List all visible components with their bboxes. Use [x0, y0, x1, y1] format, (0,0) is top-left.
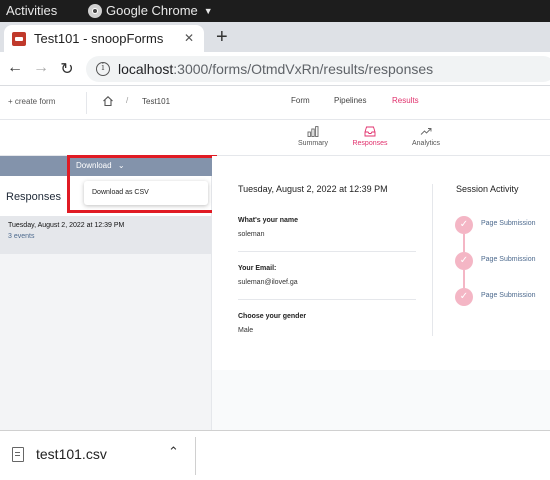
response-event-count: 3 events — [8, 233, 35, 240]
downloaded-file-name[interactable]: test101.csv — [36, 446, 107, 462]
back-arrow-icon[interactable]: ← — [6, 59, 24, 77]
navigation-bar: ← → ↻ i localhost:3000/forms/OtmdVxRn/re… — [0, 52, 550, 86]
site-info-icon[interactable]: i — [96, 62, 110, 76]
check-icon: ✓ — [455, 216, 473, 234]
snoopforms-favicon-icon — [12, 31, 26, 46]
download-shelf: test101.csv ⌃ — [0, 430, 550, 480]
new-tab-button[interactable]: + — [216, 26, 228, 49]
chevron-up-icon[interactable]: ⌃ — [168, 444, 179, 460]
tab-responses-label: Responses — [352, 140, 388, 147]
tab-strip: Test101 - snoopForms ✕ + — [0, 22, 550, 52]
breadcrumb-separator: / — [126, 96, 129, 105]
session-event-label: Page Submission — [481, 256, 536, 263]
tab-summary[interactable]: Summary — [283, 126, 343, 147]
trending-up-icon — [420, 128, 432, 135]
download-shelf-divider — [195, 437, 196, 475]
sidebar-empty-area — [0, 254, 211, 430]
response-date: Tuesday, August 2, 2022 at 12:39 PM — [8, 222, 125, 229]
check-icon: ✓ — [455, 252, 473, 270]
response-list-item[interactable]: Tuesday, August 2, 2022 at 12:39 PM 3 ev… — [0, 216, 211, 254]
session-event: ✓ Page Submission — [455, 216, 550, 234]
header-divider — [86, 92, 87, 114]
bar-chart-icon — [307, 126, 319, 137]
response-detail: Tuesday, August 2, 2022 at 12:39 PM What… — [212, 156, 550, 430]
timeline-connector — [463, 270, 465, 288]
answer-value: Male — [238, 327, 254, 334]
breadcrumb-form-name[interactable]: Test101 — [142, 97, 170, 106]
check-icon: ✓ — [455, 288, 473, 306]
answer-value: suleman@ilovef.ga — [238, 279, 298, 286]
answer-value: soleman — [238, 231, 265, 238]
app-menu-label: Google Chrome — [106, 3, 198, 18]
address-bar[interactable]: i localhost:3000/forms/OtmdVxRn/results/… — [86, 56, 550, 82]
create-form-button[interactable]: + create form — [8, 97, 55, 106]
file-icon — [12, 447, 24, 462]
column-divider — [432, 184, 433, 336]
chrome-icon — [88, 3, 102, 18]
home-icon[interactable] — [102, 95, 114, 107]
forward-arrow-icon[interactable]: → — [32, 59, 50, 77]
app-menu[interactable]: Google Chrome ▼ — [88, 3, 213, 18]
url-path: :3000/forms/OtmdVxRn/results/responses — [173, 61, 434, 77]
question-label: Choose your gender — [238, 313, 307, 320]
url-host: localhost — [118, 61, 174, 77]
results-subnav: Summary Responses Analytics — [0, 120, 550, 156]
question-label: Your Email: — [238, 265, 277, 272]
session-event: ✓ Page Submission — [455, 288, 550, 306]
browser-tab[interactable]: Test101 - snoopForms ✕ — [4, 25, 204, 52]
field-divider — [238, 299, 416, 300]
session-activity-heading: Session Activity — [456, 184, 519, 194]
response-detail-date: Tuesday, August 2, 2022 at 12:39 PM — [238, 184, 388, 194]
nav-results[interactable]: Results — [392, 96, 419, 105]
session-event-label: Page Submission — [481, 292, 536, 299]
tab-responses[interactable]: Responses — [340, 126, 400, 147]
responses-heading: Responses — [6, 191, 62, 203]
tab-summary-label: Summary — [298, 140, 328, 147]
question-label: What's your name — [238, 217, 299, 224]
field-divider — [238, 251, 416, 252]
activities-button[interactable]: Activities — [6, 3, 57, 18]
inbox-icon — [364, 126, 376, 137]
reload-icon[interactable]: ↻ — [58, 59, 76, 79]
response-card: Tuesday, August 2, 2022 at 12:39 PM What… — [212, 156, 550, 370]
close-tab-icon[interactable]: ✕ — [184, 31, 194, 45]
tab-analytics[interactable]: Analytics — [396, 126, 456, 147]
nav-pipelines[interactable]: Pipelines — [334, 96, 366, 105]
nav-form[interactable]: Form — [291, 96, 310, 105]
tab-analytics-label: Analytics — [411, 140, 440, 147]
app-header: + create form / Test101 Form Pipelines R… — [0, 86, 550, 120]
session-event: ✓ Page Submission — [455, 252, 550, 270]
os-top-bar: Activities Google Chrome ▼ — [0, 0, 550, 22]
caret-down-icon: ▼ — [203, 5, 213, 16]
timeline-connector — [463, 234, 465, 252]
session-event-label: Page Submission — [481, 220, 536, 227]
highlight-annotation-box — [67, 155, 217, 213]
tab-title: Test101 - snoopForms — [34, 31, 164, 46]
